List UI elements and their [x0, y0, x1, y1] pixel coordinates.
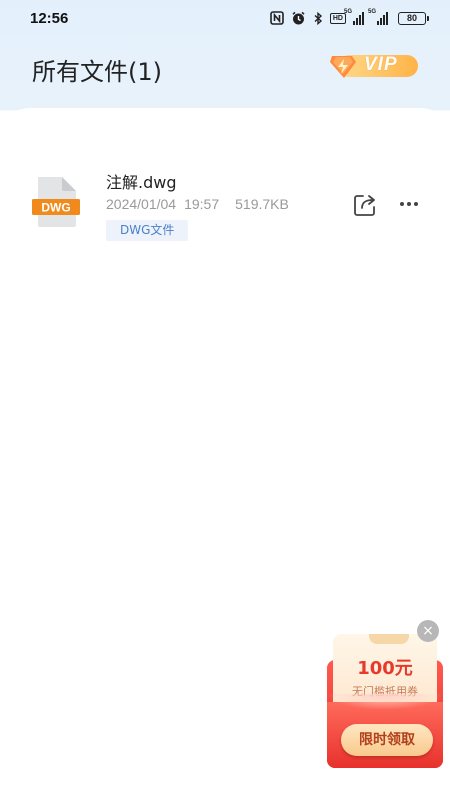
signal-label: 5G [344, 9, 353, 15]
more-options-icon[interactable] [398, 193, 420, 215]
nfc-icon [270, 11, 284, 25]
file-date: 2024/01/04 [106, 196, 177, 212]
file-meta: 2024/01/04 19:57 519.7KB [106, 196, 289, 212]
page-title: 所有文件(1) [32, 58, 162, 86]
status-icons: HD 5G 5G 80 [270, 9, 429, 26]
file-icon-label: DWG [41, 201, 70, 215]
close-icon[interactable]: × [417, 620, 439, 642]
alarm-icon [292, 11, 305, 24]
signal-label: 5G [368, 9, 377, 15]
dwg-file-icon: DWG [32, 177, 80, 227]
battery-icon: 80 [398, 11, 429, 25]
signal-icon: 5G [344, 9, 364, 25]
coupon-popup[interactable]: 100元 无门槛抵用券 限时领取 [327, 630, 443, 768]
file-size: 519.7KB [235, 196, 289, 212]
file-type-tag: DWG文件 [106, 220, 189, 241]
share-icon[interactable] [351, 191, 379, 219]
status-time: 12:56 [30, 9, 69, 27]
signal-icon: 5G [368, 9, 388, 25]
lightning-icon [330, 56, 356, 78]
file-time: 19:57 [184, 196, 220, 212]
claim-coupon-button[interactable]: 限时领取 [341, 724, 433, 756]
vip-label: VIP [364, 54, 398, 75]
vip-badge[interactable]: VIP [328, 52, 420, 80]
coupon-amount: 100元 [357, 658, 413, 679]
status-bar: 12:56 HD 5G 5G 80 [0, 0, 450, 36]
bluetooth-icon [314, 11, 322, 25]
file-name: 注解.dwg [106, 173, 177, 192]
list-item[interactable]: DWG 注解.dwg 2024/01/04 19:57 519.7KB DWG文… [0, 163, 450, 253]
